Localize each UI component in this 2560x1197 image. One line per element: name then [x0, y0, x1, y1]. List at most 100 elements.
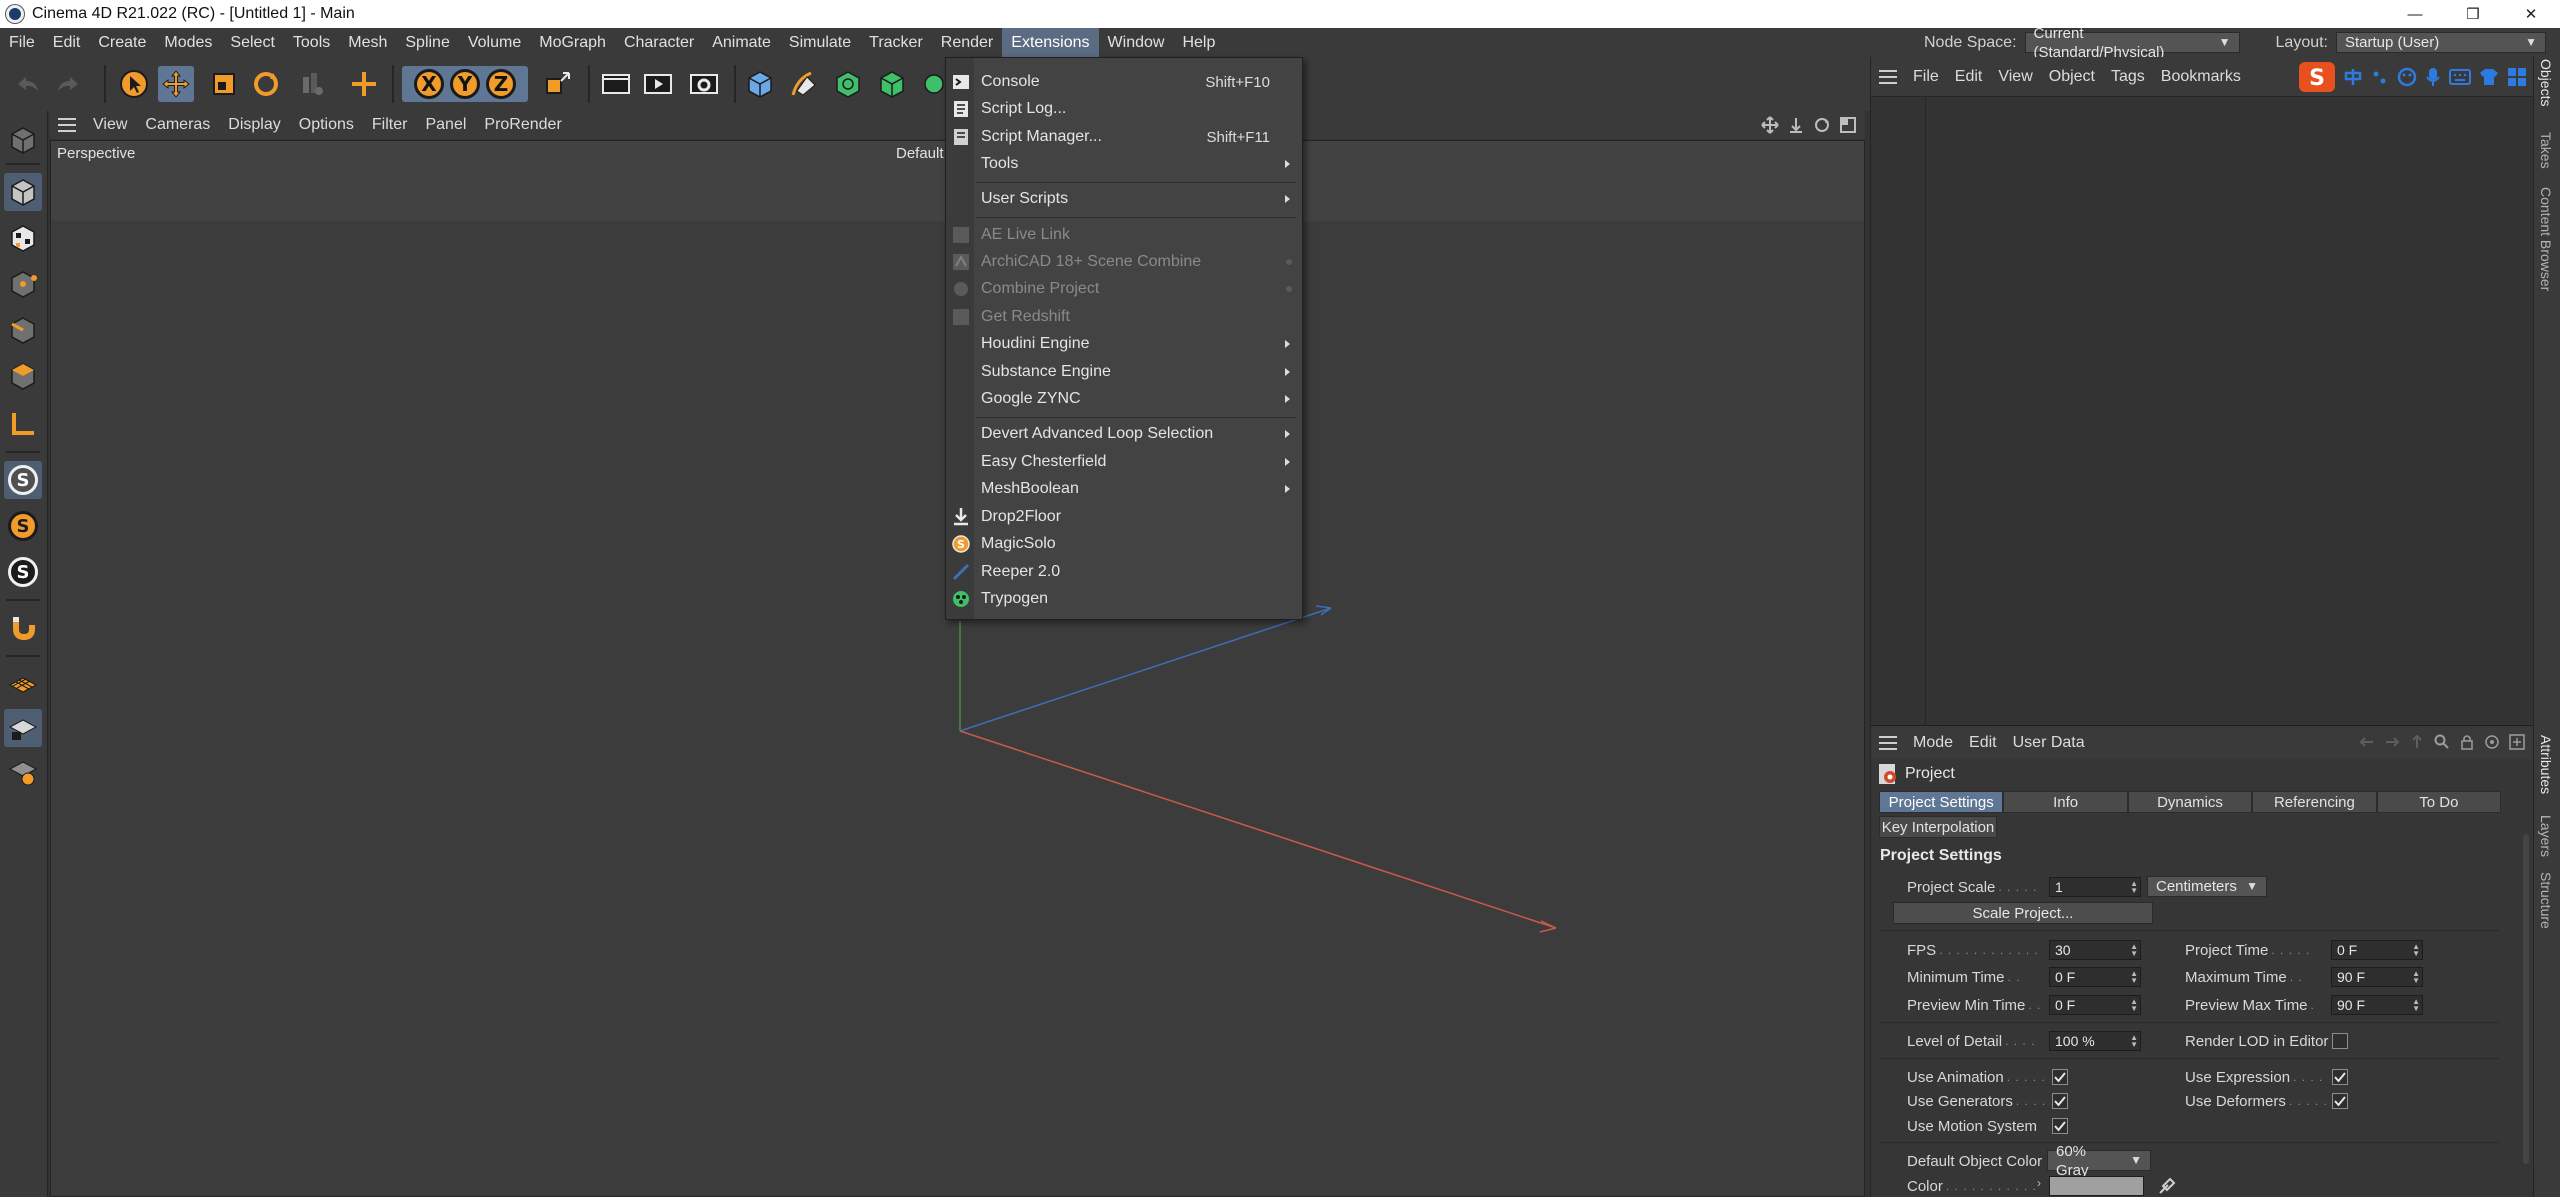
subdivision-icon[interactable] — [830, 66, 866, 102]
menu-modes[interactable]: Modes — [155, 28, 221, 57]
menu-simulate[interactable]: Simulate — [780, 28, 860, 57]
zoom-view-icon[interactable] — [1787, 116, 1805, 134]
forward-arrow-icon[interactable] — [2384, 734, 2400, 750]
keyboard-icon[interactable] — [2449, 68, 2471, 86]
viewport-menu-panel[interactable]: Panel — [416, 116, 475, 134]
lock-icon[interactable] — [2459, 734, 2475, 750]
redo-icon[interactable] — [50, 66, 86, 102]
om-menu-file[interactable]: File — [1905, 68, 1947, 86]
menu-window[interactable]: Window — [1099, 28, 1174, 57]
spinner-arrows-icon[interactable]: ▲ ▼ — [2130, 970, 2138, 985]
menu-item-console[interactable]: Console Shift+F10 — [946, 69, 1302, 95]
om-menu-tags[interactable]: Tags — [2103, 68, 2153, 86]
menu-item-trypogen[interactable]: Trypogen — [946, 586, 1302, 612]
spinner-arrows-icon[interactable]: ▲ ▼ — [2412, 998, 2420, 1013]
scale-project-button[interactable]: Scale Project... — [1893, 902, 2153, 924]
menu-item-tools[interactable]: Tools — [946, 151, 1302, 177]
sogou-ime-icon[interactable]: S — [2299, 62, 2335, 92]
undo-icon[interactable] — [10, 66, 46, 102]
menu-item-drop2floor[interactable]: Drop2Floor — [946, 504, 1302, 530]
target-icon[interactable] — [2484, 734, 2500, 750]
rotate-view-icon[interactable] — [1813, 116, 1831, 134]
render-to-picture-viewer-icon[interactable] — [640, 66, 676, 102]
menu-item-easy-chesterfield[interactable]: Easy Chesterfield — [946, 449, 1302, 475]
microphone-icon[interactable] — [2425, 67, 2441, 87]
viewport-menu-filter[interactable]: Filter — [363, 116, 417, 134]
menu-select[interactable]: Select — [221, 28, 283, 57]
spinner-arrows-icon[interactable]: ▲ ▼ — [2130, 1034, 2138, 1049]
color-swatch[interactable] — [2049, 1176, 2144, 1196]
pan-view-icon[interactable] — [1761, 116, 1779, 134]
back-arrow-icon[interactable] — [2359, 734, 2375, 750]
solo-hierarchy-icon[interactable]: S — [4, 507, 42, 545]
tab-dynamics[interactable]: Dynamics — [2127, 791, 2253, 813]
om-menu-object[interactable]: Object — [2041, 68, 2103, 86]
minimize-button[interactable]: — — [2386, 0, 2444, 28]
y-axis-lock-button[interactable]: Y — [450, 69, 480, 99]
maximum-time-input[interactable]: 90 F ▲ ▼ — [2331, 967, 2423, 987]
tab-attributes[interactable]: Attributes — [2538, 735, 2554, 794]
menu-item-devert-loop-selection[interactable]: Devert Advanced Loop Selection — [946, 421, 1302, 447]
up-arrow-icon[interactable] — [2409, 734, 2425, 750]
render-view-icon[interactable] — [598, 66, 634, 102]
menu-mograph[interactable]: MoGraph — [530, 28, 615, 57]
spinner-arrows-icon[interactable]: ▲ ▼ — [2130, 998, 2138, 1013]
use-animation-checkbox[interactable] — [2052, 1069, 2068, 1085]
viewport-menu-prorender[interactable]: ProRender — [475, 116, 570, 134]
menu-item-google-zync[interactable]: Google ZYNC — [946, 386, 1302, 412]
emoji-icon[interactable] — [2397, 67, 2417, 87]
menu-character[interactable]: Character — [615, 28, 703, 57]
snap-icon[interactable] — [4, 609, 42, 647]
menu-item-reeper[interactable]: Reeper 2.0 — [946, 559, 1302, 585]
attributes-scrollbar[interactable] — [2523, 834, 2529, 1164]
maximize-view-icon[interactable] — [1839, 116, 1857, 134]
chinese-mode-icon[interactable] — [2343, 67, 2363, 87]
project-scale-input[interactable]: 1 ▲ ▼ — [2049, 877, 2141, 897]
viewport-menu-options[interactable]: Options — [290, 116, 363, 134]
tab-objects[interactable]: Objects — [2538, 59, 2554, 106]
attributes-hamburger-icon[interactable] — [1879, 735, 1897, 750]
node-space-dropdown[interactable]: Current (Standard/Physical) ▼ — [2024, 25, 2240, 61]
menu-volume[interactable]: Volume — [459, 28, 530, 57]
tab-key-interpolation[interactable]: Key Interpolation — [1879, 816, 1997, 838]
menu-item-script-manager[interactable]: Script Manager... Shift+F11 — [946, 124, 1302, 150]
viewport-hamburger-icon[interactable] — [58, 118, 76, 132]
layout-dropdown[interactable]: Startup (User) ▼ — [2336, 32, 2546, 53]
attr-menu-edit[interactable]: Edit — [1961, 734, 2005, 752]
menu-item-ae-live-link[interactable]: AE Live Link — [946, 222, 1302, 248]
menu-item-script-log[interactable]: Script Log... — [946, 96, 1302, 122]
object-list[interactable] — [1871, 96, 2534, 725]
tab-info[interactable]: Info — [2003, 791, 2128, 813]
menu-item-substance-engine[interactable]: Substance Engine — [946, 359, 1302, 385]
menu-item-combine-project[interactable]: Combine Project — [946, 276, 1302, 302]
menu-file[interactable]: File — [0, 28, 44, 57]
menu-animate[interactable]: Animate — [703, 28, 780, 57]
workplane-icon[interactable] — [4, 665, 42, 703]
edges-mode-icon[interactable] — [4, 311, 42, 349]
om-menu-bookmarks[interactable]: Bookmarks — [2153, 68, 2249, 86]
attr-menu-user-data[interactable]: User Data — [2005, 734, 2093, 752]
skin-icon[interactable] — [2479, 68, 2499, 86]
om-menu-edit[interactable]: Edit — [1947, 68, 1991, 86]
viewport-menu-cameras[interactable]: Cameras — [136, 116, 219, 134]
menu-help[interactable]: Help — [1173, 28, 1224, 57]
spinner-arrows-icon[interactable]: ▲ ▼ — [2412, 943, 2420, 958]
menu-mesh[interactable]: Mesh — [339, 28, 396, 57]
tab-referencing[interactable]: Referencing — [2252, 791, 2377, 813]
pen-icon[interactable] — [786, 66, 822, 102]
project-time-input[interactable]: 0 F ▲ ▼ — [2331, 940, 2423, 960]
world-coordinates-icon[interactable] — [346, 66, 382, 102]
minimum-time-input[interactable]: 0 F ▲ ▼ — [2049, 967, 2141, 987]
attr-menu-mode[interactable]: Mode — [1905, 734, 1961, 752]
axis-mode-icon[interactable] — [4, 405, 42, 443]
search-icon[interactable] — [2434, 734, 2450, 750]
use-motion-system-checkbox[interactable] — [2052, 1118, 2068, 1134]
menu-render[interactable]: Render — [932, 28, 1002, 57]
x-axis-lock-button[interactable]: X — [414, 69, 444, 99]
menu-item-get-redshift[interactable]: Get Redshift — [946, 304, 1302, 330]
tab-structure[interactable]: Structure — [2538, 872, 2554, 929]
default-object-color-dropdown[interactable]: 60% Gray ▼ — [2047, 1143, 2151, 1179]
menu-item-meshboolean[interactable]: MeshBoolean — [946, 476, 1302, 502]
use-generators-checkbox[interactable] — [2052, 1093, 2068, 1109]
level-of-detail-input[interactable]: 100 % ▲ ▼ — [2049, 1031, 2141, 1051]
